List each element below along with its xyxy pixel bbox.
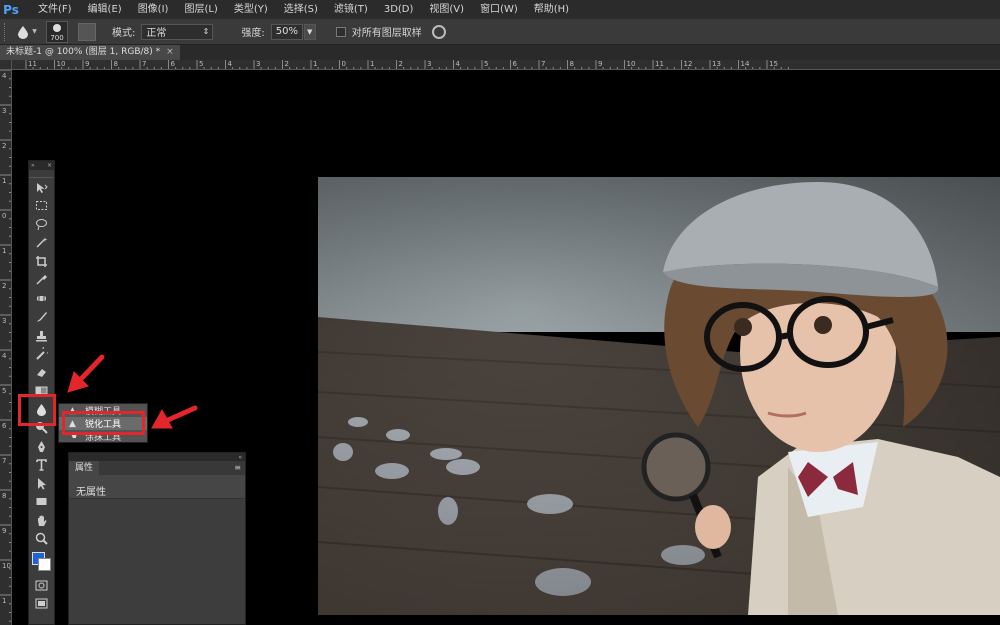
arrow-to-blur-tool [77,354,105,383]
panel-header[interactable]: « [69,453,245,461]
panel-menu-icon[interactable]: ≡ [234,461,245,475]
properties-panel: « 属性 ≡ 无属性 [68,452,246,625]
tab-properties[interactable]: 属性 [69,461,100,475]
panel-tab-bar: 属性 ≡ [69,461,245,475]
properties-content-area [69,498,245,624]
collapse-icon[interactable]: « [238,454,242,461]
arrow-to-sharpen-tool [165,405,198,423]
